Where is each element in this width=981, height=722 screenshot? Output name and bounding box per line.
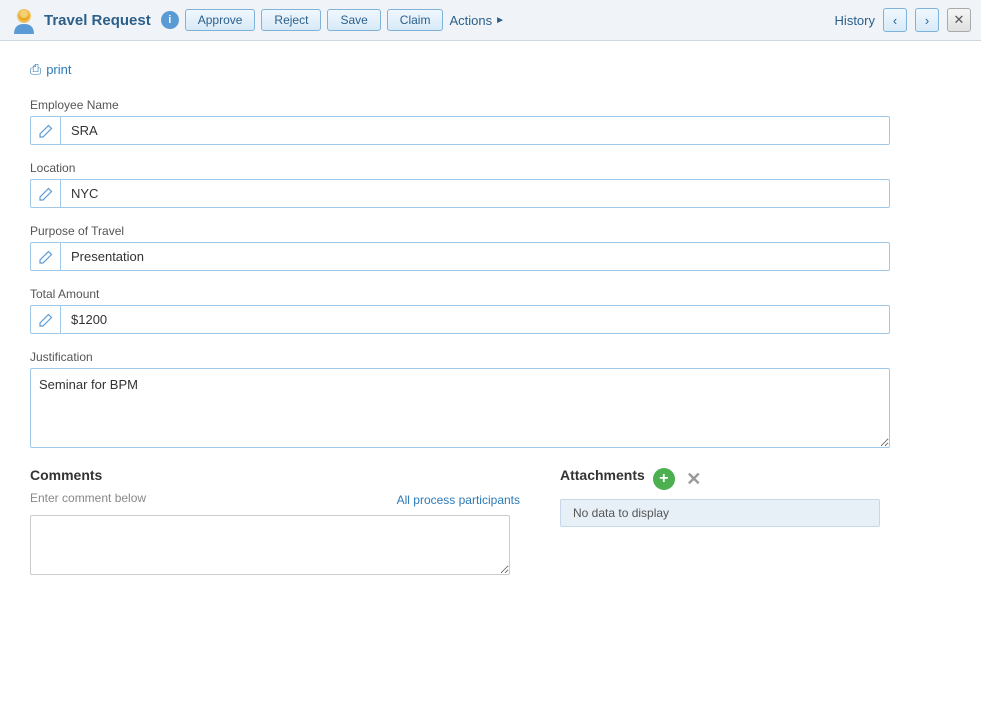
employee-name-field: SRA bbox=[30, 116, 890, 145]
print-link[interactable]: ⎙ print bbox=[30, 61, 951, 78]
location-group: Location NYC bbox=[30, 161, 951, 208]
history-label[interactable]: History bbox=[835, 13, 875, 28]
avatar-icon bbox=[10, 6, 38, 34]
bottom-sections: Comments Enter comment below All process… bbox=[30, 467, 951, 578]
approve-button[interactable]: Approve bbox=[185, 9, 256, 31]
location-value: NYC bbox=[61, 180, 889, 207]
total-amount-field: $1200 bbox=[30, 305, 890, 334]
attachments-title: Attachments bbox=[560, 467, 645, 483]
info-icon[interactable]: i bbox=[161, 11, 179, 29]
total-amount-edit-icon[interactable] bbox=[31, 306, 61, 333]
location-edit-icon[interactable] bbox=[31, 180, 61, 207]
reject-button[interactable]: Reject bbox=[261, 9, 321, 31]
actions-arrow-icon: ► bbox=[495, 15, 505, 26]
comments-title: Comments bbox=[30, 467, 520, 483]
toolbar-left: Travel Request i Approve Reject Save Cla… bbox=[10, 6, 835, 34]
justification-group: Justification Seminar for BPM bbox=[30, 350, 951, 451]
toolbar-right: History ‹ › ✕ bbox=[835, 8, 971, 32]
purpose-group: Purpose of Travel Presentation bbox=[30, 224, 951, 271]
toolbar: Travel Request i Approve Reject Save Cla… bbox=[0, 0, 981, 41]
prev-button[interactable]: ‹ bbox=[883, 8, 907, 32]
purpose-value: Presentation bbox=[61, 243, 889, 270]
comments-section: Comments Enter comment below All process… bbox=[30, 467, 520, 578]
employee-name-value: SRA bbox=[61, 117, 889, 144]
comment-participants[interactable]: All process participants bbox=[397, 493, 520, 507]
employee-name-group: Employee Name SRA bbox=[30, 98, 951, 145]
main-content: ⎙ print Employee Name SRA Location NYC P… bbox=[0, 41, 981, 598]
location-label: Location bbox=[30, 161, 951, 175]
total-amount-group: Total Amount $1200 bbox=[30, 287, 951, 334]
close-button[interactable]: ✕ bbox=[947, 8, 971, 32]
location-field: NYC bbox=[30, 179, 890, 208]
save-button[interactable]: Save bbox=[327, 9, 380, 31]
total-amount-value: $1200 bbox=[61, 306, 889, 333]
total-amount-label: Total Amount bbox=[30, 287, 951, 301]
purpose-label: Purpose of Travel bbox=[30, 224, 951, 238]
page-title: Travel Request bbox=[44, 12, 151, 29]
purpose-edit-icon[interactable] bbox=[31, 243, 61, 270]
justification-textarea[interactable]: Seminar for BPM bbox=[30, 368, 890, 448]
print-icon: ⎙ bbox=[30, 61, 41, 78]
comment-textarea[interactable] bbox=[30, 515, 510, 575]
actions-menu[interactable]: Actions ► bbox=[449, 13, 505, 28]
no-data-box: No data to display bbox=[560, 499, 880, 527]
purpose-field: Presentation bbox=[30, 242, 890, 271]
claim-button[interactable]: Claim bbox=[387, 9, 444, 31]
print-label: print bbox=[46, 62, 71, 77]
justification-label: Justification bbox=[30, 350, 951, 364]
employee-name-edit-icon[interactable] bbox=[31, 117, 61, 144]
actions-label-text: Actions bbox=[449, 13, 492, 28]
next-button[interactable]: › bbox=[915, 8, 939, 32]
comment-hint-row: Enter comment below All process particip… bbox=[30, 491, 520, 509]
comment-hint: Enter comment below bbox=[30, 491, 146, 505]
attach-add-icon[interactable]: + bbox=[653, 468, 675, 490]
attachments-title-row: Attachments + ✕ bbox=[560, 467, 951, 491]
employee-name-label: Employee Name bbox=[30, 98, 951, 112]
attach-remove-icon[interactable]: ✕ bbox=[683, 468, 705, 490]
attachments-section: Attachments + ✕ No data to display bbox=[560, 467, 951, 578]
